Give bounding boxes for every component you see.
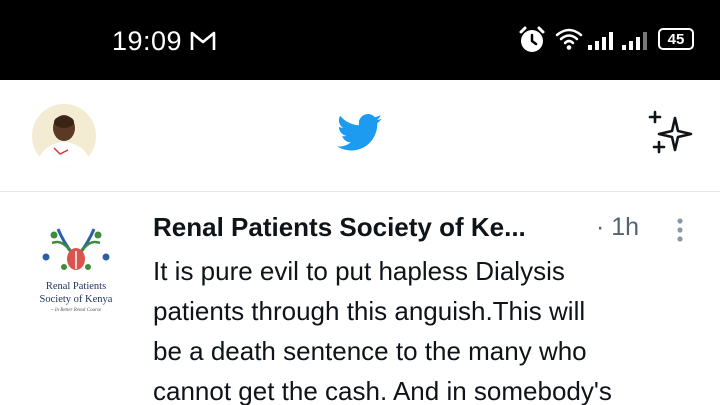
alarm-icon	[518, 26, 546, 59]
twitter-bird-icon[interactable]	[337, 114, 383, 157]
top-navigation-bar	[0, 80, 720, 192]
sparkle-icon[interactable]	[645, 110, 695, 163]
tweet-text-line: be a death sentence to the many who	[153, 336, 587, 366]
tweet-text-line: It is pure evil to put hapless Dialysis	[153, 256, 565, 286]
tweet-text-line: cannot get the cash. And in somebody's	[153, 376, 612, 405]
more-vertical-icon[interactable]	[676, 217, 684, 248]
tweet-text-line: patients through this anguish.This will	[153, 296, 586, 326]
signal-icon	[588, 30, 654, 55]
org-logo-text: Society of Kenya	[39, 294, 113, 305]
org-logo-tagline: ~ In Better Renal Course	[50, 308, 102, 313]
profile-avatar[interactable]	[32, 104, 96, 168]
tweet-text: It is pure evil to put hapless Dialysis …	[153, 251, 713, 405]
status-bar: 19:09 45	[0, 0, 720, 80]
org-logo-icon	[42, 228, 110, 270]
tweet-author-avatar[interactable]: Renal Patients Society of Kenya ~ In Bet…	[24, 213, 128, 317]
battery-icon: 45	[658, 28, 694, 50]
tweet-timestamp[interactable]: · 1h	[596, 213, 639, 242]
wifi-icon	[555, 27, 583, 56]
org-logo-text: Renal Patients	[45, 281, 107, 292]
tweet-card[interactable]: Renal Patients Society of Kenya ~ In Bet…	[0, 193, 720, 405]
status-time: 19:09	[112, 26, 183, 56]
tweet-author-name[interactable]: Renal Patients Society of Ke...	[153, 212, 526, 243]
gmail-icon	[190, 30, 216, 57]
